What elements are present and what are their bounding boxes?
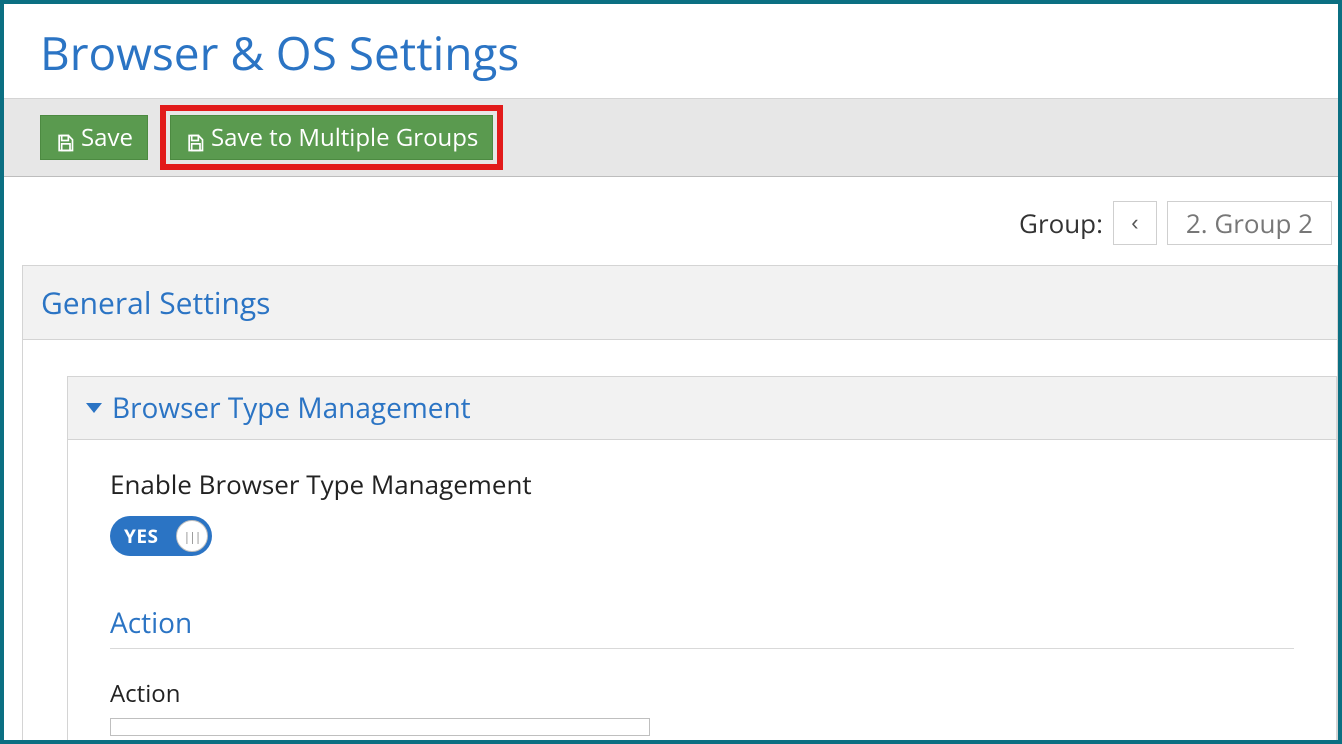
action-toolbar: Save Save to Multiple Groups (4, 98, 1338, 177)
action-field-label: Action (110, 677, 1294, 710)
group-prev-button[interactable]: ‹ (1113, 201, 1157, 245)
browser-type-mgmt-panel: Browser Type Management Enable Browser T… (67, 376, 1337, 744)
caret-down-icon (86, 403, 102, 413)
browser-type-mgmt-body: Enable Browser Type Management YES ||| A… (68, 440, 1336, 744)
toggle-grip-icon: ||| (176, 520, 208, 552)
app-frame: Browser & OS Settings Save Save to Multi… (0, 0, 1342, 744)
save-multi-highlight: Save to Multiple Groups (160, 105, 503, 170)
save-icon (185, 128, 205, 148)
save-icon (55, 128, 75, 148)
group-current-value[interactable]: 2. Group 2 (1167, 201, 1332, 245)
browser-type-mgmt-header[interactable]: Browser Type Management (68, 377, 1336, 440)
enable-browser-type-mgmt-toggle[interactable]: YES ||| (110, 516, 212, 556)
page-title: Browser & OS Settings (4, 4, 1338, 98)
save-button-label: Save (81, 121, 133, 154)
action-select[interactable] (110, 718, 650, 736)
action-heading: Action (110, 604, 1294, 649)
enable-browser-type-mgmt-label: Enable Browser Type Management (110, 466, 1294, 502)
save-button[interactable]: Save (40, 115, 148, 160)
toggle-state-text: YES (124, 523, 158, 549)
browser-type-mgmt-title: Browser Type Management (112, 389, 471, 427)
save-to-multiple-groups-button[interactable]: Save to Multiple Groups (170, 115, 493, 160)
general-settings-header[interactable]: General Settings (23, 266, 1337, 340)
chevron-left-icon: ‹ (1131, 210, 1138, 236)
group-selector: Group: ‹ 2. Group 2 (4, 177, 1338, 265)
group-label: Group: (1019, 205, 1103, 241)
save-multi-button-label: Save to Multiple Groups (211, 121, 478, 154)
general-settings-panel: General Settings Browser Type Management… (22, 265, 1338, 744)
